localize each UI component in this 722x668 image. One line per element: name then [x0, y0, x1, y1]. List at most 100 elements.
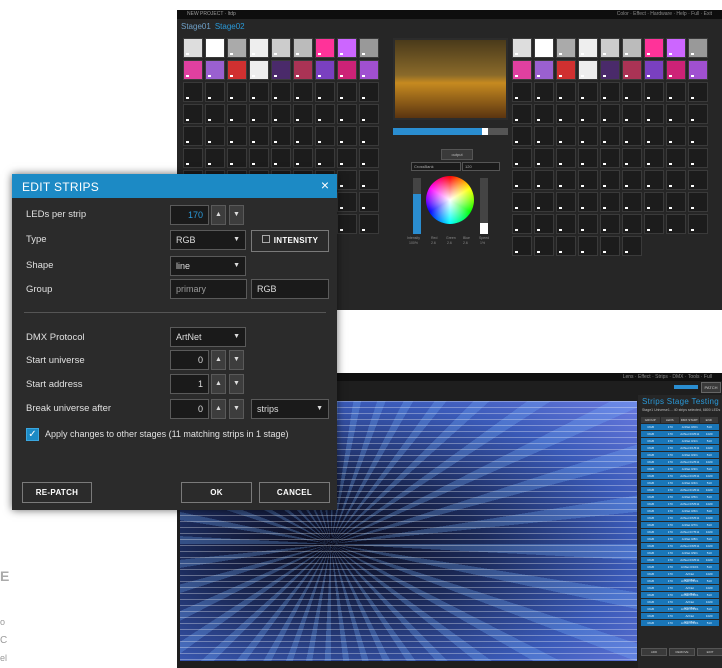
effect-slot[interactable] — [293, 104, 313, 124]
table-row[interactable]: RGB 170 ArtNet 0/10/1 510 — [641, 563, 719, 570]
effect-slot[interactable] — [644, 214, 664, 234]
table-row[interactable]: RGB 170 ArtNet 0/1/1 510 — [641, 437, 719, 444]
effect-slot[interactable] — [293, 126, 313, 146]
effect-slot[interactable] — [534, 126, 554, 146]
effect-slot[interactable] — [315, 148, 335, 168]
effect-slot[interactable] — [315, 126, 335, 146]
repatch-button[interactable]: RE-PATCH — [22, 482, 92, 503]
effect-slot[interactable] — [600, 104, 620, 124]
effect-slot[interactable] — [600, 126, 620, 146]
effect-slot[interactable] — [666, 126, 686, 146]
cancel-button[interactable]: CANCEL — [259, 482, 330, 503]
sidebar-tabs[interactable]: Strips Stage Testing — [642, 397, 719, 406]
effect-slot[interactable] — [512, 104, 532, 124]
table-row[interactable]: RGB 170 ArtNet 0/0/511 1020 — [641, 430, 719, 437]
table-row[interactable]: RGB 170 ArtNet 0/9/511 1020 — [641, 556, 719, 563]
table-row[interactable]: RGB 170 ArtNet 0/6/1 510 — [641, 507, 719, 514]
effect-slot[interactable] — [337, 104, 357, 124]
effect-slot[interactable] — [600, 236, 620, 256]
intensity-slider[interactable] — [413, 178, 421, 234]
effect-slot[interactable] — [512, 214, 532, 234]
break-decrement-button[interactable]: ▼ — [229, 399, 244, 419]
break-universe-input[interactable]: 0 — [170, 399, 209, 419]
value-select[interactable]: 120 — [462, 162, 500, 171]
top-window-menu[interactable]: Color · Effect · Hardware · Help · Full … — [617, 11, 712, 17]
effect-slot[interactable] — [644, 38, 664, 58]
effect-slot[interactable] — [578, 104, 598, 124]
effect-slot[interactable] — [578, 82, 598, 102]
bottom-window-menu[interactable]: Lens · Effect · Strips · DMX · Tools · F… — [623, 374, 712, 380]
effect-slot[interactable] — [359, 170, 379, 190]
dmx-protocol-dropdown[interactable]: ArtNet ▼ — [170, 327, 246, 347]
effect-slot[interactable] — [249, 148, 269, 168]
effect-slot[interactable] — [622, 148, 642, 168]
effect-slot[interactable] — [622, 60, 642, 80]
effect-slot[interactable] — [622, 82, 642, 102]
table-row[interactable]: RGB 170 ArtNet 0/5/1 510 — [641, 493, 719, 500]
apply-changes-checkbox[interactable]: ✓ — [26, 428, 39, 441]
effect-slot[interactable] — [600, 82, 620, 102]
table-row[interactable]: RGB 170 ArtNet 0/9/1 510 — [641, 549, 719, 556]
intensity-button[interactable]: INTENSITY — [251, 230, 329, 252]
effect-slot[interactable] — [271, 82, 291, 102]
effect-slot[interactable] — [666, 60, 686, 80]
tab-stage01[interactable]: Stage01 — [181, 22, 211, 31]
effect-slot[interactable] — [644, 104, 664, 124]
leds-increment-button[interactable]: ▲ — [211, 205, 226, 225]
effect-slot[interactable] — [600, 170, 620, 190]
col-end[interactable]: END — [700, 417, 719, 423]
effect-slot[interactable] — [666, 170, 686, 190]
effect-slot[interactable] — [271, 38, 291, 58]
effect-slot[interactable] — [337, 170, 357, 190]
effect-slot[interactable] — [578, 60, 598, 80]
playback-progress[interactable] — [393, 128, 508, 135]
table-row[interactable]: RGB 170 ArtNet 0/14/1 510 — [641, 619, 719, 626]
effect-slot[interactable] — [337, 38, 357, 58]
effect-slot[interactable] — [512, 170, 532, 190]
effect-slot[interactable] — [556, 236, 576, 256]
effect-slot[interactable] — [337, 126, 357, 146]
table-row[interactable]: RGB 170 ArtNet 0/7/1 510 — [641, 521, 719, 528]
effect-slot[interactable] — [556, 192, 576, 212]
effect-slot[interactable] — [249, 60, 269, 80]
effect-slot[interactable] — [183, 82, 203, 102]
progress-handle[interactable] — [482, 128, 488, 135]
effect-slot[interactable] — [512, 236, 532, 256]
universe-increment-button[interactable]: ▲ — [211, 350, 226, 370]
effect-slot[interactable] — [556, 126, 576, 146]
effect-slot[interactable] — [534, 148, 554, 168]
effect-slot[interactable] — [578, 38, 598, 58]
universe-decrement-button[interactable]: ▼ — [229, 350, 244, 370]
effect-slot[interactable] — [249, 104, 269, 124]
table-row[interactable]: RGB 170 ArtNet 0/2/511 1020 — [641, 458, 719, 465]
remove-strip-button[interactable]: REMOVE — [669, 648, 695, 656]
start-address-input[interactable]: 1 — [170, 374, 209, 394]
table-row[interactable]: RGB 170 ArtNet 0/12/1 510 — [641, 591, 719, 598]
effect-slot[interactable] — [183, 38, 203, 58]
effect-slot[interactable] — [512, 192, 532, 212]
effect-slot[interactable] — [205, 148, 225, 168]
table-row[interactable]: RGB 170 ArtNet 0/10/511 1020 — [641, 570, 719, 582]
effect-slot[interactable] — [622, 192, 642, 212]
effect-slot[interactable] — [556, 60, 576, 80]
break-unit-dropdown[interactable]: strips ▼ — [251, 399, 329, 419]
effect-slot[interactable] — [534, 38, 554, 58]
table-row[interactable]: RGB 170 ArtNet 0/3/1 510 — [641, 465, 719, 472]
effect-slot[interactable] — [293, 38, 313, 58]
effect-slot[interactable] — [359, 214, 379, 234]
effect-slot[interactable] — [359, 192, 379, 212]
table-row[interactable]: RGB 170 ArtNet 0/4/1 510 — [641, 479, 719, 486]
effect-slot[interactable] — [688, 60, 708, 80]
group-input[interactable]: primary — [170, 279, 247, 299]
effect-slot[interactable] — [315, 82, 335, 102]
effect-slot[interactable] — [622, 214, 642, 234]
effect-slot[interactable] — [644, 126, 664, 146]
effect-slot[interactable] — [359, 104, 379, 124]
break-increment-button[interactable]: ▲ — [211, 399, 226, 419]
effect-slot[interactable] — [666, 82, 686, 102]
table-row[interactable]: RGB 170 ArtNet 0/11/1 510 — [641, 577, 719, 584]
effect-slot[interactable] — [534, 170, 554, 190]
effect-slot[interactable] — [534, 214, 554, 234]
effect-slot[interactable] — [600, 148, 620, 168]
effect-slot[interactable] — [359, 126, 379, 146]
